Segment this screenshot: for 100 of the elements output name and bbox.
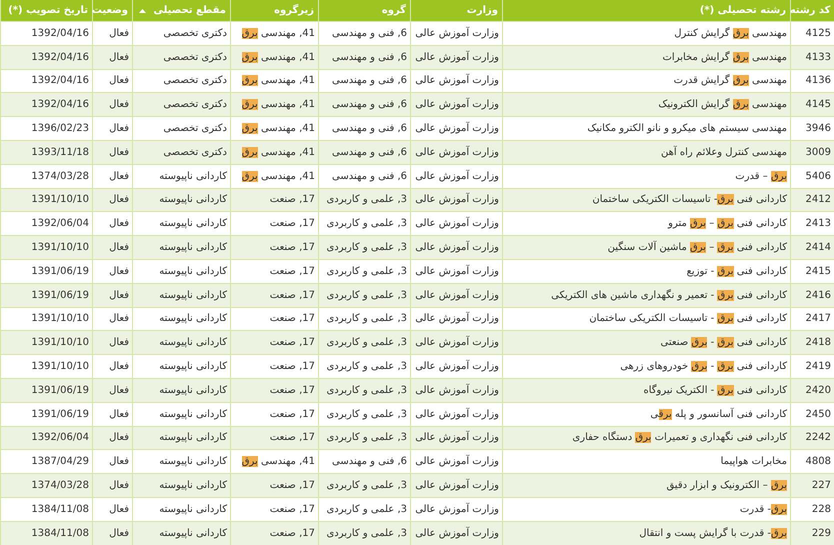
column-header[interactable]: رشته تحصیلی (*) bbox=[502, 0, 790, 22]
table-cell: دکتری تخصصی bbox=[132, 22, 230, 46]
table-cell: فعال bbox=[92, 92, 132, 117]
column-header[interactable]: زیرگروه bbox=[230, 0, 318, 22]
table-cell: وزارت آموزش عالی bbox=[410, 259, 502, 284]
table-cell: 6, فنی و مهندسی bbox=[318, 116, 410, 140]
table-cell: 2450 bbox=[790, 402, 834, 426]
table-cell: 41, مهندسی برق bbox=[230, 140, 318, 164]
table-cell: مهندسی کنترل وعلائم راه آهن bbox=[502, 140, 790, 164]
table-cell: 228 bbox=[790, 497, 834, 522]
table-cell: وزارت آموزش عالی bbox=[410, 497, 502, 522]
table-cell: 17, صنعت bbox=[230, 521, 318, 545]
table-cell: کاردانی فنی نگهداری و تعمیرات برق دستگاه حفاری bbox=[502, 426, 790, 450]
table-cell: 41, مهندسی برق bbox=[230, 116, 318, 140]
table-cell: برق- قدرت bbox=[502, 497, 790, 522]
table-cell: وزارت آموزش عالی bbox=[410, 474, 502, 498]
table-cell: 6, فنی و مهندسی bbox=[318, 164, 410, 188]
table-cell: برق – الکترونیک و ابزار دقیق bbox=[502, 474, 790, 498]
table-cell: 1374/03/28 bbox=[0, 474, 92, 498]
table-cell: 1391/06/19 bbox=[0, 378, 92, 402]
table-cell: فعال bbox=[92, 378, 132, 402]
table-cell: کاردانی فنی برق – برق ماشین آلات سنگین bbox=[502, 236, 790, 260]
table-cell: 6, فنی و مهندسی bbox=[318, 45, 410, 70]
table-cell: وزارت آموزش عالی bbox=[410, 236, 502, 260]
table-cell: 41, مهندسی برق bbox=[230, 22, 318, 46]
table-cell: 1391/10/10 bbox=[0, 188, 92, 212]
table-cell: 2415 bbox=[790, 259, 834, 284]
table-cell: کاردانی فنی برق - برق خودروهای زرهی bbox=[502, 354, 790, 378]
table-cell: 1392/04/16 bbox=[0, 92, 92, 117]
table-cell: مهندسی سیستم های میکرو و نانو الکترو مکانیک bbox=[502, 116, 790, 140]
table-cell: 17, صنعت bbox=[230, 497, 318, 522]
table-cell: فعال bbox=[92, 402, 132, 426]
table-cell: کاردانی ناپیوسته bbox=[132, 330, 230, 355]
table-cell: کاردانی ناپیوسته bbox=[132, 474, 230, 498]
table-cell: 1384/11/08 bbox=[0, 497, 92, 522]
table-cell: فعال bbox=[92, 259, 132, 284]
table-cell: فعال bbox=[92, 474, 132, 498]
table-cell: وزارت آموزش عالی bbox=[410, 402, 502, 426]
table-cell: دکتری تخصصی bbox=[132, 140, 230, 164]
table-cell: وزارت آموزش عالی bbox=[410, 521, 502, 545]
table-cell: 1391/06/19 bbox=[0, 259, 92, 284]
table-cell: دکتری تخصصی bbox=[132, 45, 230, 70]
table-cell: برق- قدرت با گرایش پست و انتقال bbox=[502, 521, 790, 545]
table-cell: 2412 bbox=[790, 188, 834, 212]
table-cell: وزارت آموزش عالی bbox=[410, 378, 502, 402]
table-cell: 17, صنعت bbox=[230, 330, 318, 355]
table-cell: 3, علمی و کاربردی bbox=[318, 330, 410, 355]
table-cell: 4145 bbox=[790, 92, 834, 117]
table-cell: 3, علمی و کاربردی bbox=[318, 188, 410, 212]
column-header[interactable]: گروه bbox=[318, 0, 410, 22]
table-cell: 1391/10/10 bbox=[0, 236, 92, 260]
table-cell: 1391/10/10 bbox=[0, 354, 92, 378]
table-cell: 17, صنعت bbox=[230, 474, 318, 498]
table-cell: وزارت آموزش عالی bbox=[410, 164, 502, 188]
table-cell: فعال bbox=[92, 116, 132, 140]
table-cell: 1392/04/16 bbox=[0, 22, 92, 46]
table-cell: 3, علمی و کاربردی bbox=[318, 259, 410, 284]
table-cell: 3, علمی و کاربردی bbox=[318, 378, 410, 402]
table-cell: 3, علمی و کاربردی bbox=[318, 236, 410, 260]
table-cell: 227 bbox=[790, 474, 834, 498]
table-cell: فعال bbox=[92, 426, 132, 450]
table-cell: وزارت آموزش عالی bbox=[410, 22, 502, 46]
sort-arrow-icon bbox=[139, 9, 146, 13]
table-cell: فعال bbox=[92, 140, 132, 164]
table-cell: فعال bbox=[92, 22, 132, 46]
column-header[interactable]: وزارت bbox=[410, 0, 502, 22]
table-cell: 1396/02/23 bbox=[0, 116, 92, 140]
table-cell: 17, صنعت bbox=[230, 188, 318, 212]
table-cell: 1384/11/08 bbox=[0, 521, 92, 545]
column-header[interactable]: مقطع تحصیلی bbox=[132, 0, 230, 22]
table-cell: کاردانی فنی برق- تاسیسات الکتریکی ساختمان bbox=[502, 188, 790, 212]
table-cell: فعال bbox=[92, 45, 132, 70]
table-cell: کاردانی ناپیوسته bbox=[132, 236, 230, 260]
table-cell: 2414 bbox=[790, 236, 834, 260]
table-cell: 1374/03/28 bbox=[0, 164, 92, 188]
table-cell: کاردانی ناپیوسته bbox=[132, 497, 230, 522]
table-cell: فعال bbox=[92, 354, 132, 378]
table-cell: 41, مهندسی برق bbox=[230, 92, 318, 117]
table-cell: وزارت آموزش عالی bbox=[410, 140, 502, 164]
table-cell: فعال bbox=[92, 188, 132, 212]
table-cell: کاردانی ناپیوسته bbox=[132, 259, 230, 284]
table-cell: برق – قدرت bbox=[502, 164, 790, 188]
table-cell: 3946 bbox=[790, 116, 834, 140]
table-cell: کاردانی ناپیوسته bbox=[132, 402, 230, 426]
table-cell: وزارت آموزش عالی bbox=[410, 92, 502, 117]
table-cell: 1392/06/04 bbox=[0, 426, 92, 450]
table-cell: 2418 bbox=[790, 330, 834, 355]
table-cell: 41, مهندسی برق bbox=[230, 164, 318, 188]
table-cell: 1391/10/10 bbox=[0, 330, 92, 355]
table-cell: 3, علمی و کاربردی bbox=[318, 283, 410, 308]
table-cell: مهندسی برق گرایش کنترل bbox=[502, 22, 790, 46]
table-cell: وزارت آموزش عالی bbox=[410, 45, 502, 70]
table-cell: دکتری تخصصی bbox=[132, 116, 230, 140]
table-cell: وزارت آموزش عالی bbox=[410, 188, 502, 212]
column-header[interactable]: تاریخ تصویب (*) bbox=[0, 0, 92, 22]
table-cell: مهندسی برق گرایش الکترونیک bbox=[502, 92, 790, 117]
table-cell: کاردانی ناپیوسته bbox=[132, 378, 230, 402]
table-cell: 2419 bbox=[790, 354, 834, 378]
table-cell: 1392/04/16 bbox=[0, 45, 92, 70]
table-cell: 2416 bbox=[790, 283, 834, 308]
